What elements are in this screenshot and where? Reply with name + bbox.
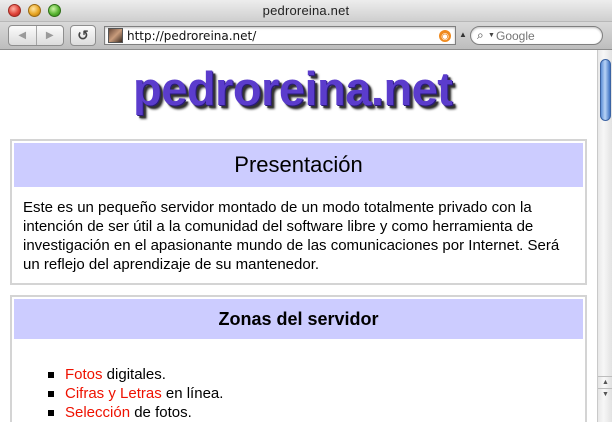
search-field[interactable]: ⌕ ▼ [470,26,603,45]
vertical-scrollbar[interactable]: ▲ ▼ [597,50,612,422]
section-heading: Presentación [14,143,583,187]
address-bar-url[interactable]: http://pedroreina.net/ [127,29,256,43]
reload-icon: ↺ [77,27,89,43]
list-item-text: de fotos. [130,404,192,421]
title-bar: pedroreina.net [0,0,612,22]
list-item-text: digitales. [102,366,166,383]
window-title: pedroreina.net [262,3,350,18]
scroll-up-button[interactable]: ▲ [598,376,612,388]
list-item: Fotos digitales. [48,365,223,384]
site-logo[interactable]: pedroreina.net [133,61,453,116]
magnifier-icon: ⌕ [477,28,484,42]
list-item: Selección de fotos. [48,403,223,422]
address-bar[interactable]: http://pedroreina.net/ ◉ [104,26,456,45]
search-input[interactable] [496,28,596,43]
zones-list: Fotos digitales. Cifras y Letras en líne… [48,365,223,422]
browser-toolbar: ◀ ▶ ↺ http://pedroreina.net/ ◉ ▲ ⌕ ▼ [0,22,612,50]
server-zones-section: Zonas del servidor Fotos digitales. Cifr… [10,295,587,422]
back-arrow-icon: ◀ [18,30,27,41]
forward-button[interactable]: ▶ [35,26,64,45]
forward-arrow-icon: ▶ [45,30,54,41]
reload-button[interactable]: ↺ [70,25,96,46]
list-item: Cifras y Letras en línea. [48,384,223,403]
scroll-down-button[interactable]: ▼ [598,388,612,400]
presentation-section: Presentación Este es un pequeño servidor… [10,139,587,285]
section-heading: Zonas del servidor [14,299,583,339]
fotos-link[interactable]: Fotos [65,366,103,383]
search-engine-menu-icon[interactable]: ▼ [488,32,495,39]
cifras-y-letras-link[interactable]: Cifras y Letras [65,385,162,402]
scrollbar-thumb[interactable] [600,59,611,121]
address-history-arrow-icon[interactable]: ▲ [459,30,467,39]
rss-feed-icon[interactable]: ◉ [439,30,451,42]
back-forward-control: ◀ ▶ [8,25,64,46]
list-item-text: en línea. [161,385,224,402]
section-body-text: Este es un pequeño servidor montado de u… [23,199,560,273]
site-favicon-icon [108,28,123,43]
seleccion-link[interactable]: Selección [65,404,130,421]
back-button[interactable]: ◀ [9,26,36,45]
web-page: pedroreina.net Presentación Este es un p… [0,51,597,422]
